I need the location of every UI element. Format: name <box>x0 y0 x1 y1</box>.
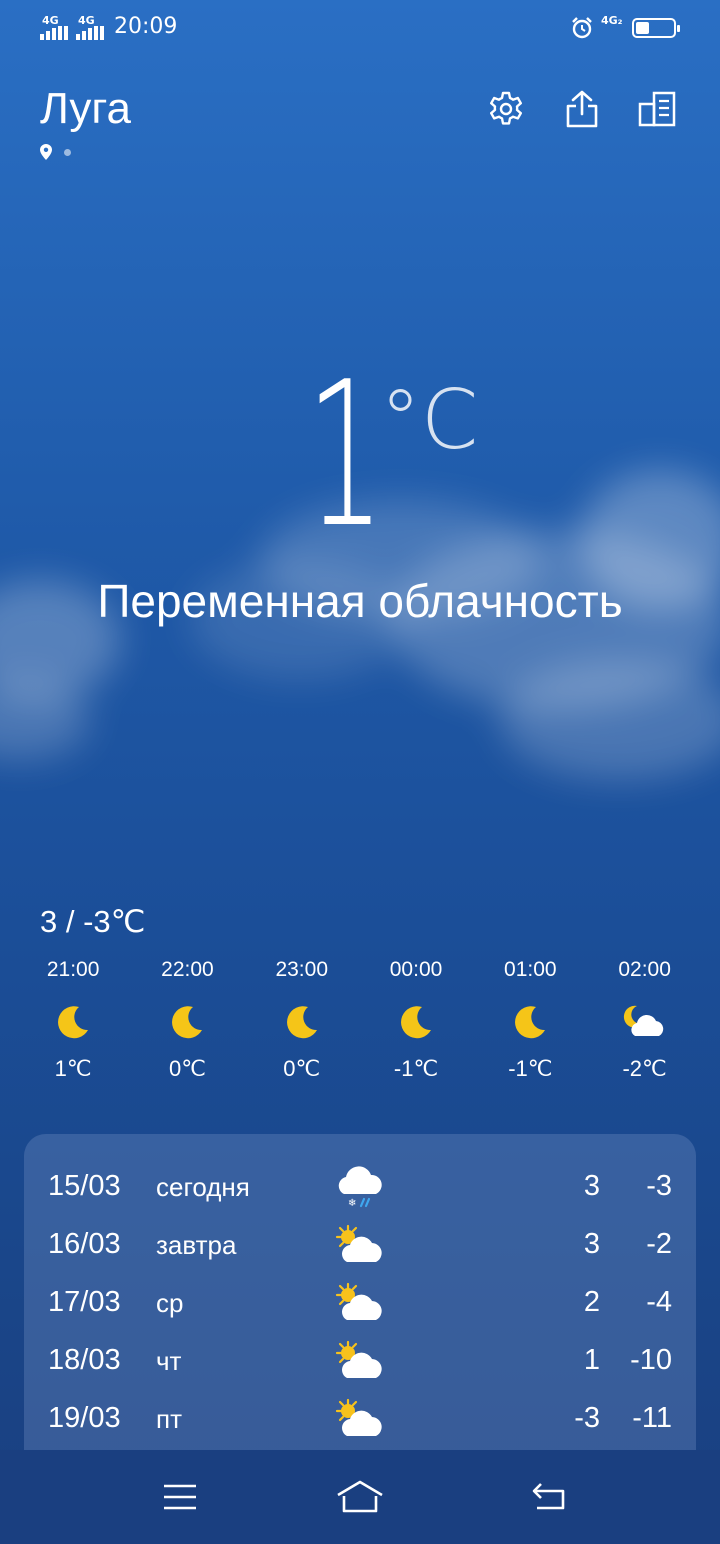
battery-icon <box>632 18 680 38</box>
day-date: 17/03 <box>48 1286 121 1318</box>
hour-temp: 0℃ <box>168 1056 206 1081</box>
share-icon <box>566 90 598 128</box>
hourly-item: 23:00 0℃ <box>245 958 359 1082</box>
day-date: 19/03 <box>48 1402 121 1434</box>
status-bar: 4G 4G 20:09 4G₂ <box>0 0 720 56</box>
cloud-snow-rain-icon: ❄ <box>334 1164 386 1210</box>
day-name: пт <box>156 1404 182 1434</box>
hour-time: 21:00 <box>46 958 100 981</box>
gear-icon <box>490 91 522 125</box>
hour-time: 23:00 <box>275 958 329 981</box>
day-low: -10 <box>630 1344 672 1376</box>
location-pin-icon <box>40 144 52 160</box>
day-high: 3 <box>583 1170 600 1202</box>
day-name: ср <box>156 1288 184 1318</box>
hour-temp: -1℃ <box>508 1056 553 1081</box>
back-button[interactable] <box>518 1474 578 1520</box>
day-high: 2 <box>583 1286 600 1318</box>
moon-icon <box>396 990 436 1054</box>
day-name: сегодня <box>156 1172 250 1202</box>
current-temp-unit: °C <box>380 373 479 468</box>
svg-text:❄: ❄ <box>348 1198 356 1209</box>
sun-cloud-icon <box>334 1222 386 1268</box>
hourly-item: 00:00 -1℃ <box>359 958 473 1082</box>
day-high: 1 <box>583 1344 600 1376</box>
day-name: чт <box>156 1346 182 1376</box>
hourly-item: 01:00 -1℃ <box>473 958 587 1082</box>
moon-icon <box>167 990 207 1054</box>
hour-time: 01:00 <box>504 958 557 981</box>
day-low: -11 <box>632 1402 672 1434</box>
daily-row[interactable]: 15/03 сегодня ❄ 3 -3 <box>24 1158 696 1216</box>
day-name: завтра <box>156 1230 237 1260</box>
current-condition: Переменная облачность <box>97 575 623 627</box>
home-button[interactable] <box>330 1474 390 1520</box>
city-list-button[interactable] <box>633 84 683 134</box>
daily-row[interactable]: 19/03 пт -3 -11 <box>24 1390 696 1448</box>
day-high: -3 <box>574 1402 600 1434</box>
alarm-icon <box>572 17 592 39</box>
hour-temp: 0℃ <box>283 1056 321 1081</box>
hour-time: 22:00 <box>161 958 214 981</box>
daily-row[interactable]: 16/03 завтра 3 -2 <box>24 1216 696 1274</box>
menu-button[interactable] <box>150 1474 210 1520</box>
city-name[interactable]: Луга <box>40 84 131 134</box>
hour-temp: 1℃ <box>54 1056 92 1081</box>
hour-time: 00:00 <box>389 958 443 981</box>
menu-icon <box>164 1484 196 1510</box>
hourly-item: 22:00 0℃ <box>130 958 244 1082</box>
moon-icon <box>282 990 322 1054</box>
navigation-bar <box>0 1450 720 1544</box>
network-4g2-label: 4G₂ <box>601 14 623 27</box>
day-date: 15/03 <box>48 1170 121 1202</box>
city-list-icon <box>638 91 676 127</box>
hourly-item: 21:00 1℃ <box>16 958 130 1082</box>
daily-row[interactable]: 18/03 чт 1 -10 <box>24 1332 696 1390</box>
home-icon <box>337 1480 383 1513</box>
current-temperature: 1 °C <box>0 339 720 572</box>
status-time: 20:09 <box>114 14 178 39</box>
day-low: -2 <box>646 1228 672 1260</box>
current-temp-value: 1 <box>306 339 385 572</box>
page-indicator <box>40 144 71 160</box>
daily-row[interactable]: 17/03 ср 2 -4 <box>24 1274 696 1332</box>
day-date: 18/03 <box>48 1344 121 1376</box>
page-dot <box>64 148 71 156</box>
back-icon <box>532 1483 565 1510</box>
day-high: 3 <box>583 1228 600 1260</box>
hour-time: 02:00 <box>618 958 671 981</box>
moon-icon <box>510 990 550 1054</box>
today-range: 3 / -3℃ <box>40 904 146 939</box>
hour-temp: -2℃ <box>622 1056 667 1081</box>
moon-cloud-icon <box>621 990 669 1054</box>
day-low: -4 <box>646 1286 672 1318</box>
hourly-item: 02:00 -2℃ <box>587 958 701 1082</box>
battery-fill <box>636 22 649 34</box>
share-button[interactable] <box>557 84 607 134</box>
settings-button[interactable] <box>481 84 531 134</box>
sun-cloud-icon <box>334 1338 386 1384</box>
signal-sim2-icon: 4G <box>76 14 108 40</box>
hourly-forecast[interactable]: 21:00 1℃ 22:00 0℃ 23:00 0℃ 00:00 -1℃ 01:00 -1℃ 02:… <box>16 958 704 1082</box>
hour-temp: -1℃ <box>393 1056 439 1081</box>
moon-icon <box>53 990 93 1054</box>
daily-forecast[interactable]: 15/03 сегодня ❄ 3 -3 16/03 завтра 3 -2 17/03 ср 2 -4… <box>24 1134 696 1450</box>
day-date: 16/03 <box>48 1228 121 1260</box>
sun-cloud-icon <box>334 1280 386 1326</box>
signal-sim1-icon: 4G <box>40 14 72 40</box>
sun-cloud-icon <box>334 1396 386 1442</box>
day-low: -3 <box>646 1170 672 1202</box>
